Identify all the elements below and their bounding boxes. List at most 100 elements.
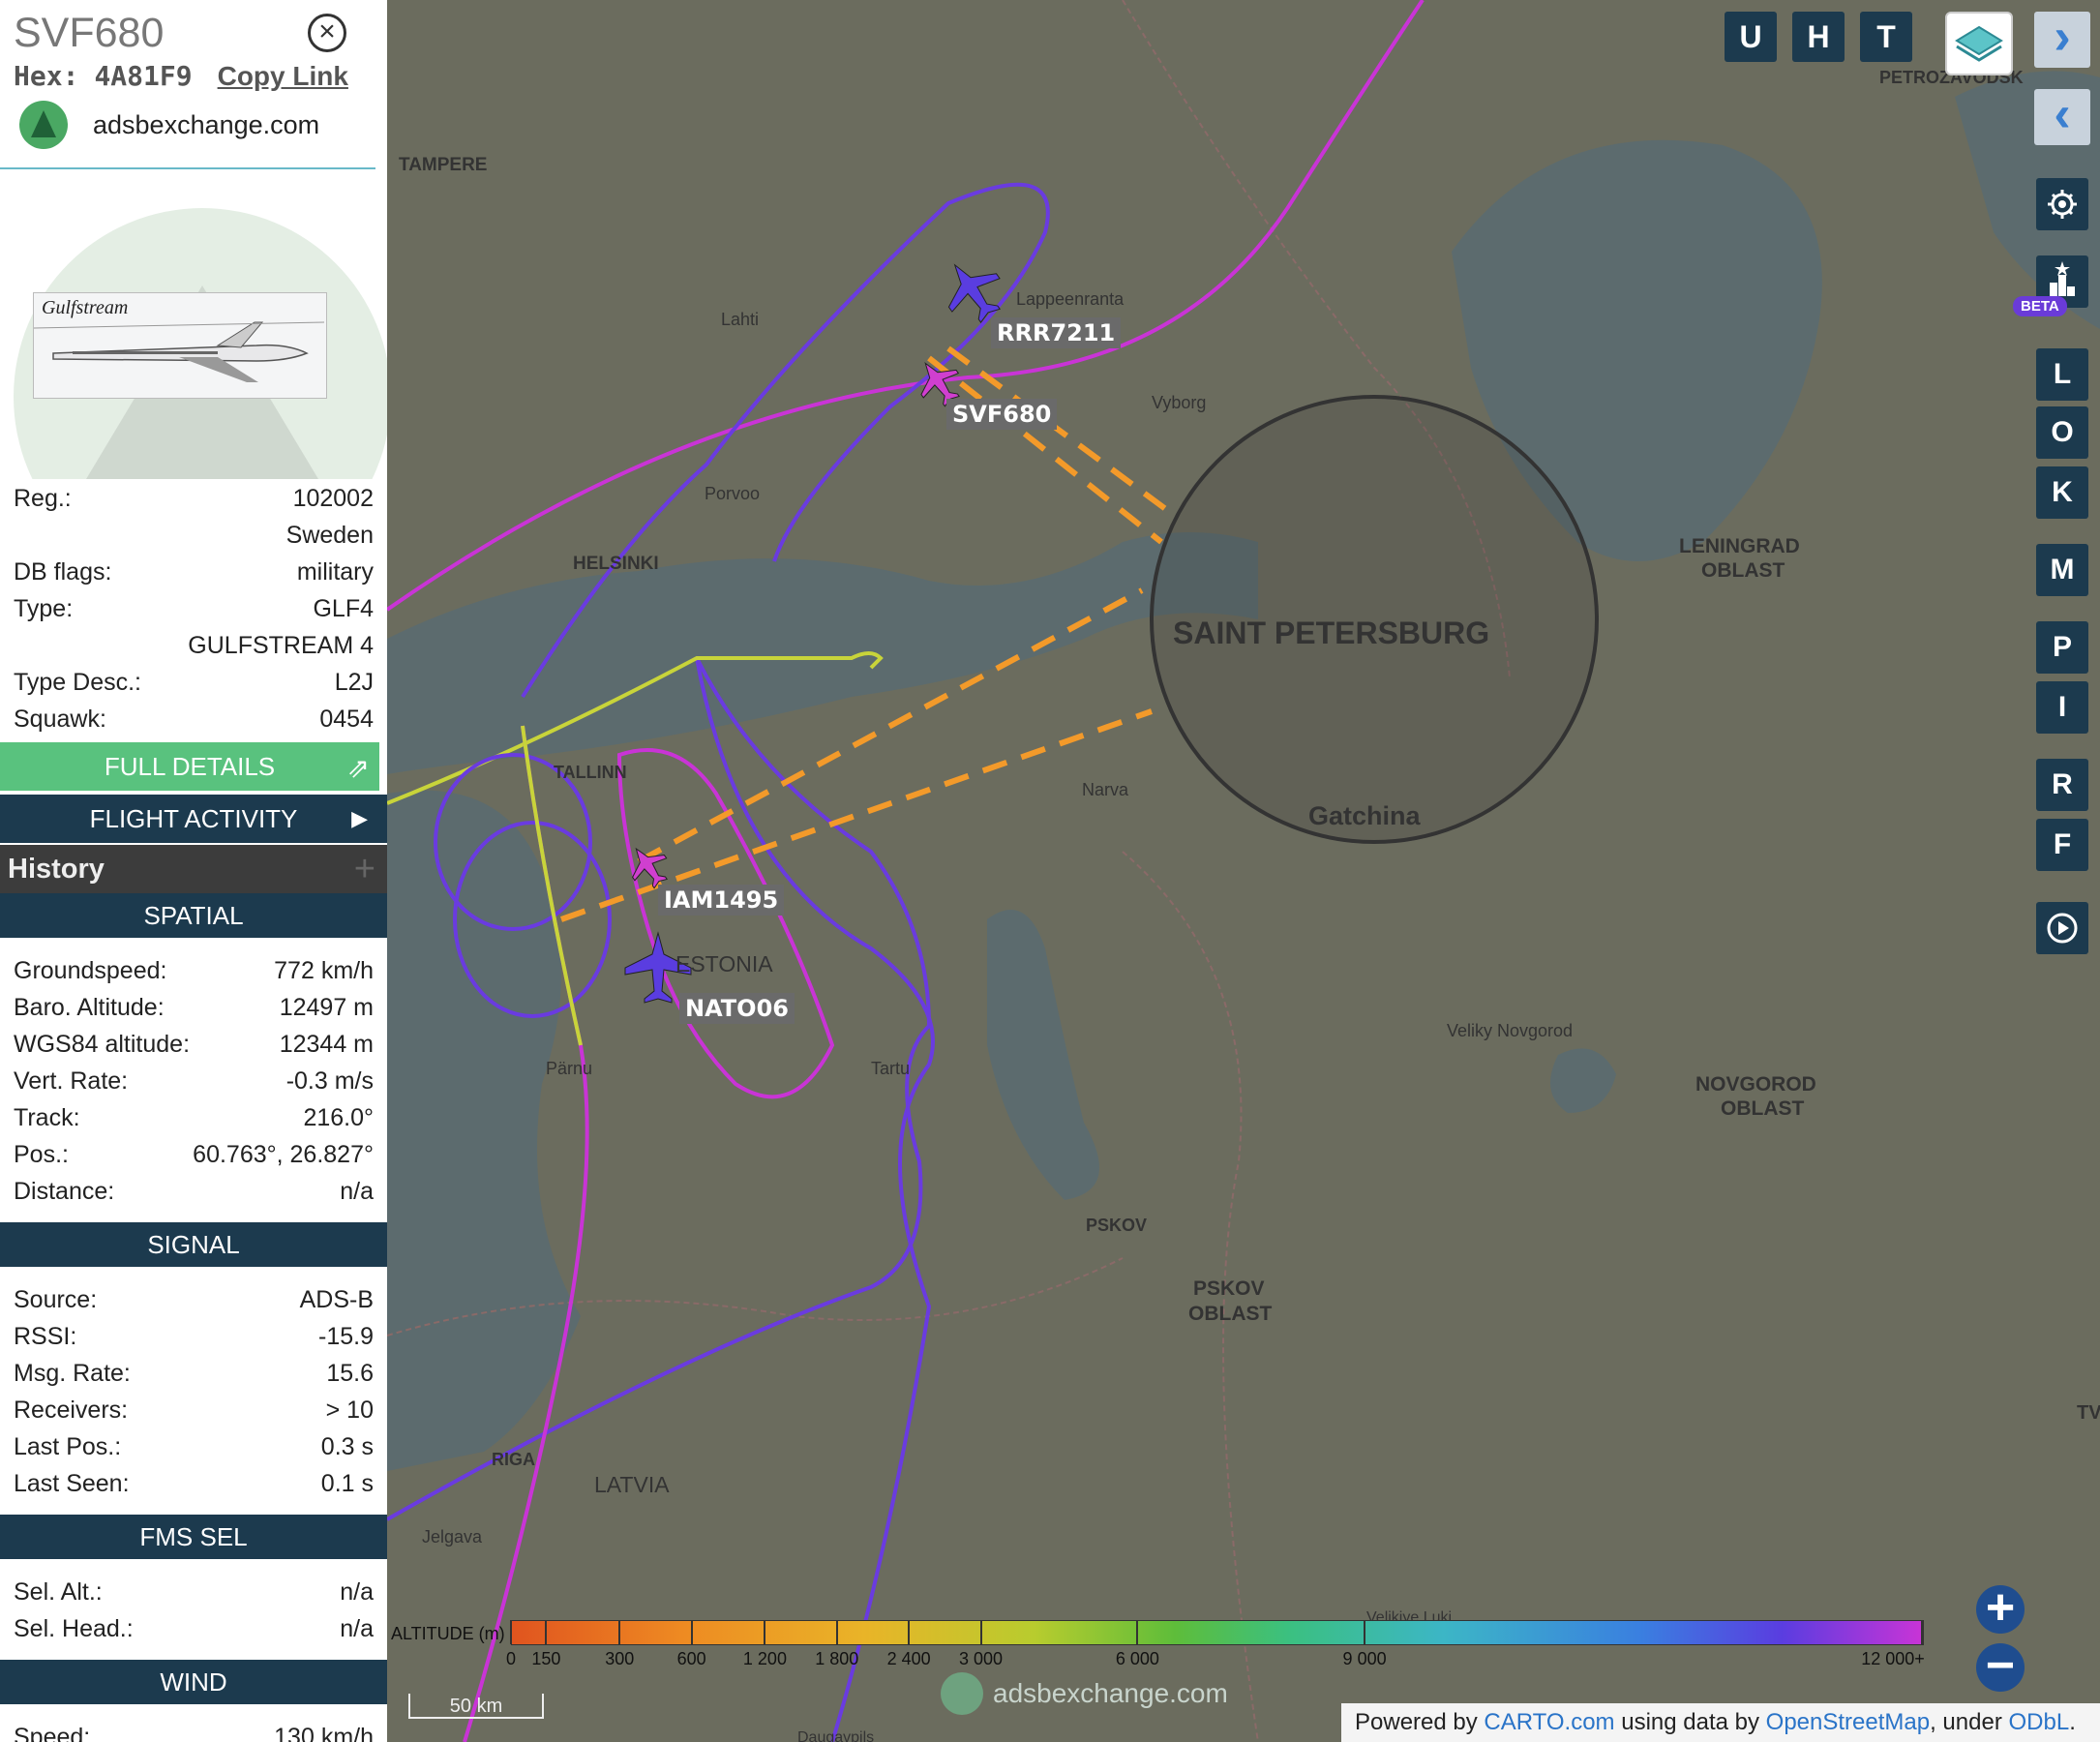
wind-header: WIND: [0, 1660, 387, 1704]
o-toggle-button[interactable]: O: [2036, 406, 2088, 459]
info-row: Source: ADS-B: [0, 1280, 387, 1317]
info-key: Track:: [14, 1104, 80, 1131]
i-toggle-button[interactable]: I: [2036, 681, 2088, 734]
k-toggle-button[interactable]: K: [2036, 466, 2088, 519]
legend-tick-label: 3 000: [958, 1649, 1004, 1668]
chevron-left-icon[interactable]: ‹: [2034, 89, 2090, 145]
gear-icon: [2048, 190, 2077, 219]
flight-activity-button[interactable]: FLIGHT ACTIVITY ▶: [0, 795, 387, 843]
odbl-link[interactable]: ODbL: [2008, 1709, 2069, 1735]
zoom-out-button[interactable]: −: [1976, 1640, 2025, 1692]
info-key: Vert. Rate:: [14, 1067, 129, 1095]
h-toggle-button[interactable]: H: [1792, 12, 1845, 62]
m-toggle-button[interactable]: M: [2036, 544, 2088, 596]
legend-tick-mark: [510, 1620, 512, 1644]
info-value: -15.9: [318, 1323, 374, 1350]
info-key: Reg.:: [14, 485, 72, 512]
info-row: Type Desc.: L2J: [0, 663, 387, 700]
attribution-text: .: [2069, 1709, 2076, 1735]
hex-value: 4A81F9: [94, 60, 193, 92]
legend-tick-label: 1 800: [815, 1649, 859, 1668]
copy-link[interactable]: Copy Link: [218, 61, 348, 91]
photo-area: Gulfstream: [0, 169, 387, 479]
place-label: TALLINN: [554, 763, 627, 782]
place-label: Lahti: [721, 310, 759, 329]
legend-tick-mark: [1921, 1620, 1923, 1644]
place-label: Lappeenranta: [1016, 289, 1125, 309]
info-value: > 10: [325, 1397, 374, 1424]
f-toggle-button[interactable]: F: [2036, 819, 2088, 871]
info-row: Msg. Rate: 15.6: [0, 1354, 387, 1391]
dashed-line: [927, 355, 1163, 545]
aircraft-label-rrr7211[interactable]: RRR7211: [991, 317, 1122, 348]
map-view[interactable]: TAMPERE Lahti Lappeenranta Vyborg Porvoo…: [387, 0, 2100, 1742]
info-key: Distance:: [14, 1178, 115, 1205]
aircraft-photo[interactable]: Gulfstream: [33, 292, 327, 399]
aircraft-label-svf680[interactable]: SVF680: [946, 399, 1058, 430]
lake-peipus: [987, 910, 1099, 1200]
l-toggle-button[interactable]: L: [2036, 348, 2088, 401]
info-key: Last Seen:: [14, 1470, 130, 1497]
info-key: Pos.:: [14, 1141, 69, 1168]
flight-track: [616, 748, 835, 1099]
r-toggle-button[interactable]: R: [2036, 759, 2088, 811]
u-toggle-button[interactable]: U: [1725, 12, 1777, 62]
info-key: Last Pos.:: [14, 1433, 122, 1460]
legend-tick-mark: [908, 1620, 911, 1644]
place-label: PSKOV: [1086, 1216, 1147, 1235]
full-details-button[interactable]: FULL DETAILS ⇗: [0, 742, 379, 791]
info-key: Sel. Head.:: [14, 1615, 134, 1642]
aircraft-label-iam1495[interactable]: IAM1495: [658, 885, 785, 916]
info-key: Source:: [14, 1286, 98, 1313]
info-key: Squawk:: [14, 706, 106, 733]
info-row: Sweden: [0, 516, 387, 553]
layers-button[interactable]: [1945, 12, 2013, 75]
site-link[interactable]: adsbexchange.com: [19, 101, 319, 149]
chevron-right-icon[interactable]: ›: [2034, 12, 2090, 68]
lake-ilmen: [1550, 1048, 1616, 1113]
info-key: Baro. Altitude:: [14, 994, 165, 1021]
info-row: Sel. Alt.: n/a: [0, 1573, 387, 1609]
fms-section: Sel. Alt.: n/a Sel. Head.: n/a: [0, 1573, 387, 1646]
t-toggle-button[interactable]: T: [1860, 12, 1912, 62]
info-value: 216.0°: [303, 1104, 374, 1131]
place-label: OBLAST: [1701, 559, 1785, 582]
info-row: WGS84 altitude: 12344 m: [0, 1025, 387, 1062]
info-value: ADS-B: [299, 1286, 374, 1313]
aircraft-label-nato06[interactable]: NATO06: [679, 993, 795, 1024]
place-label: Narva: [1082, 780, 1129, 799]
place-label: Veliky Novgorod: [1447, 1021, 1573, 1040]
osm-link[interactable]: OpenStreetMap: [1766, 1709, 1930, 1735]
info-value: n/a: [340, 1615, 374, 1642]
legend-tick-label: 600: [676, 1649, 706, 1668]
settings-button[interactable]: [2036, 178, 2088, 230]
zoom-in-button[interactable]: +: [1976, 1582, 2025, 1634]
replay-icon: [2047, 913, 2078, 944]
info-key: Receivers:: [14, 1397, 129, 1424]
info-value: 102002: [292, 485, 374, 512]
watermark-text: adsbexchange.com: [993, 1678, 1228, 1708]
info-key: Sel. Alt.:: [14, 1578, 103, 1606]
map-canvas[interactable]: TAMPERE Lahti Lappeenranta Vyborg Porvoo…: [387, 0, 2100, 1742]
legend-tick-label: 9 000: [1342, 1649, 1387, 1668]
history-toggle[interactable]: History +: [0, 845, 387, 893]
replay-button[interactable]: [2036, 902, 2088, 954]
p-toggle-button[interactable]: P: [2036, 621, 2088, 674]
flight-activity-label: FLIGHT ACTIVITY: [89, 804, 298, 833]
photo-brand-text: Gulfstream: [42, 297, 129, 318]
place-label: OBLAST: [1721, 1097, 1805, 1120]
info-value: 0454: [319, 706, 374, 733]
close-icon[interactable]: ×: [308, 14, 346, 52]
legend-tick-mark: [545, 1620, 548, 1644]
spatial-header: SPATIAL: [0, 893, 387, 938]
fms-header: FMS SEL: [0, 1515, 387, 1559]
signal-section: Source: ADS-B RSSI: -15.9 Msg. Rate: 15.6 Rece…: [0, 1280, 387, 1501]
info-value: -0.3 m/s: [285, 1067, 374, 1095]
place-label: OBLAST: [1188, 1303, 1273, 1325]
legend-tick-mark: [690, 1620, 693, 1644]
info-value: GULFSTREAM 4: [188, 632, 374, 659]
info-row: Squawk: 0454: [0, 700, 387, 736]
callsign-title: SVF680: [14, 10, 165, 56]
attribution-text: using data by: [1614, 1709, 1766, 1735]
carto-link[interactable]: CARTO.com: [1484, 1709, 1614, 1735]
